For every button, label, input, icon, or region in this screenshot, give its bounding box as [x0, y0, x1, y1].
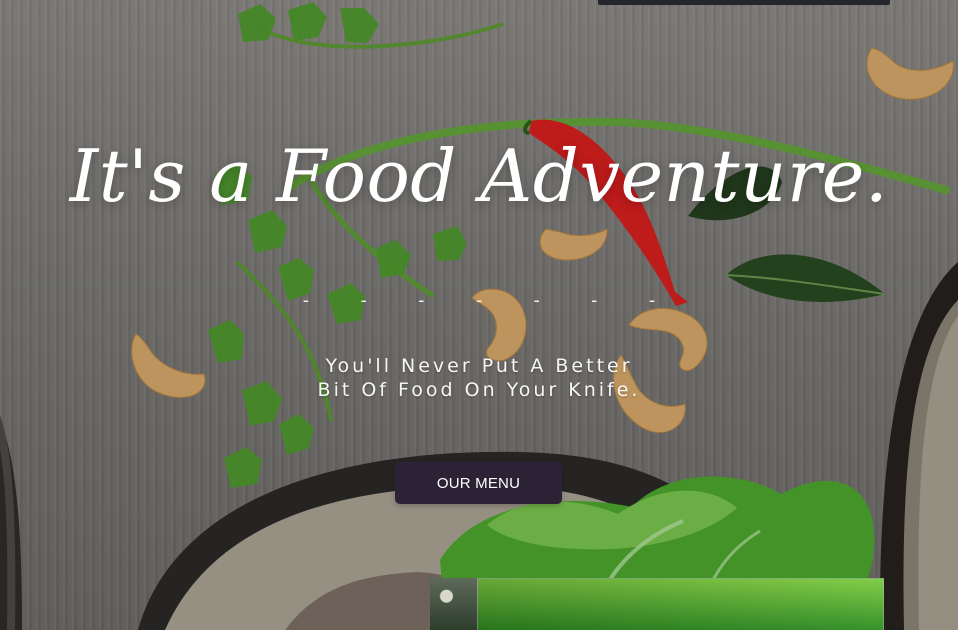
- preview-thumbnail-image: [430, 578, 478, 630]
- hero-subtitle-line-1: You'll Never Put A Better: [325, 355, 633, 377]
- hero-subtitle: You'll Never Put A Better Bit Of Food On…: [0, 354, 958, 402]
- our-menu-button[interactable]: OUR MENU: [395, 462, 562, 504]
- hero-section: It's a Food Adventure. - - - - - - - You…: [0, 0, 958, 630]
- hero-title: It's a Food Adventure.: [69, 134, 889, 218]
- hero-overlay: [0, 0, 958, 630]
- hero-divider-dots: - - - - - - -: [300, 290, 676, 311]
- hero-subtitle-line-2: Bit Of Food On Your Knife.: [317, 379, 641, 401]
- preview-strip-image: [430, 578, 884, 630]
